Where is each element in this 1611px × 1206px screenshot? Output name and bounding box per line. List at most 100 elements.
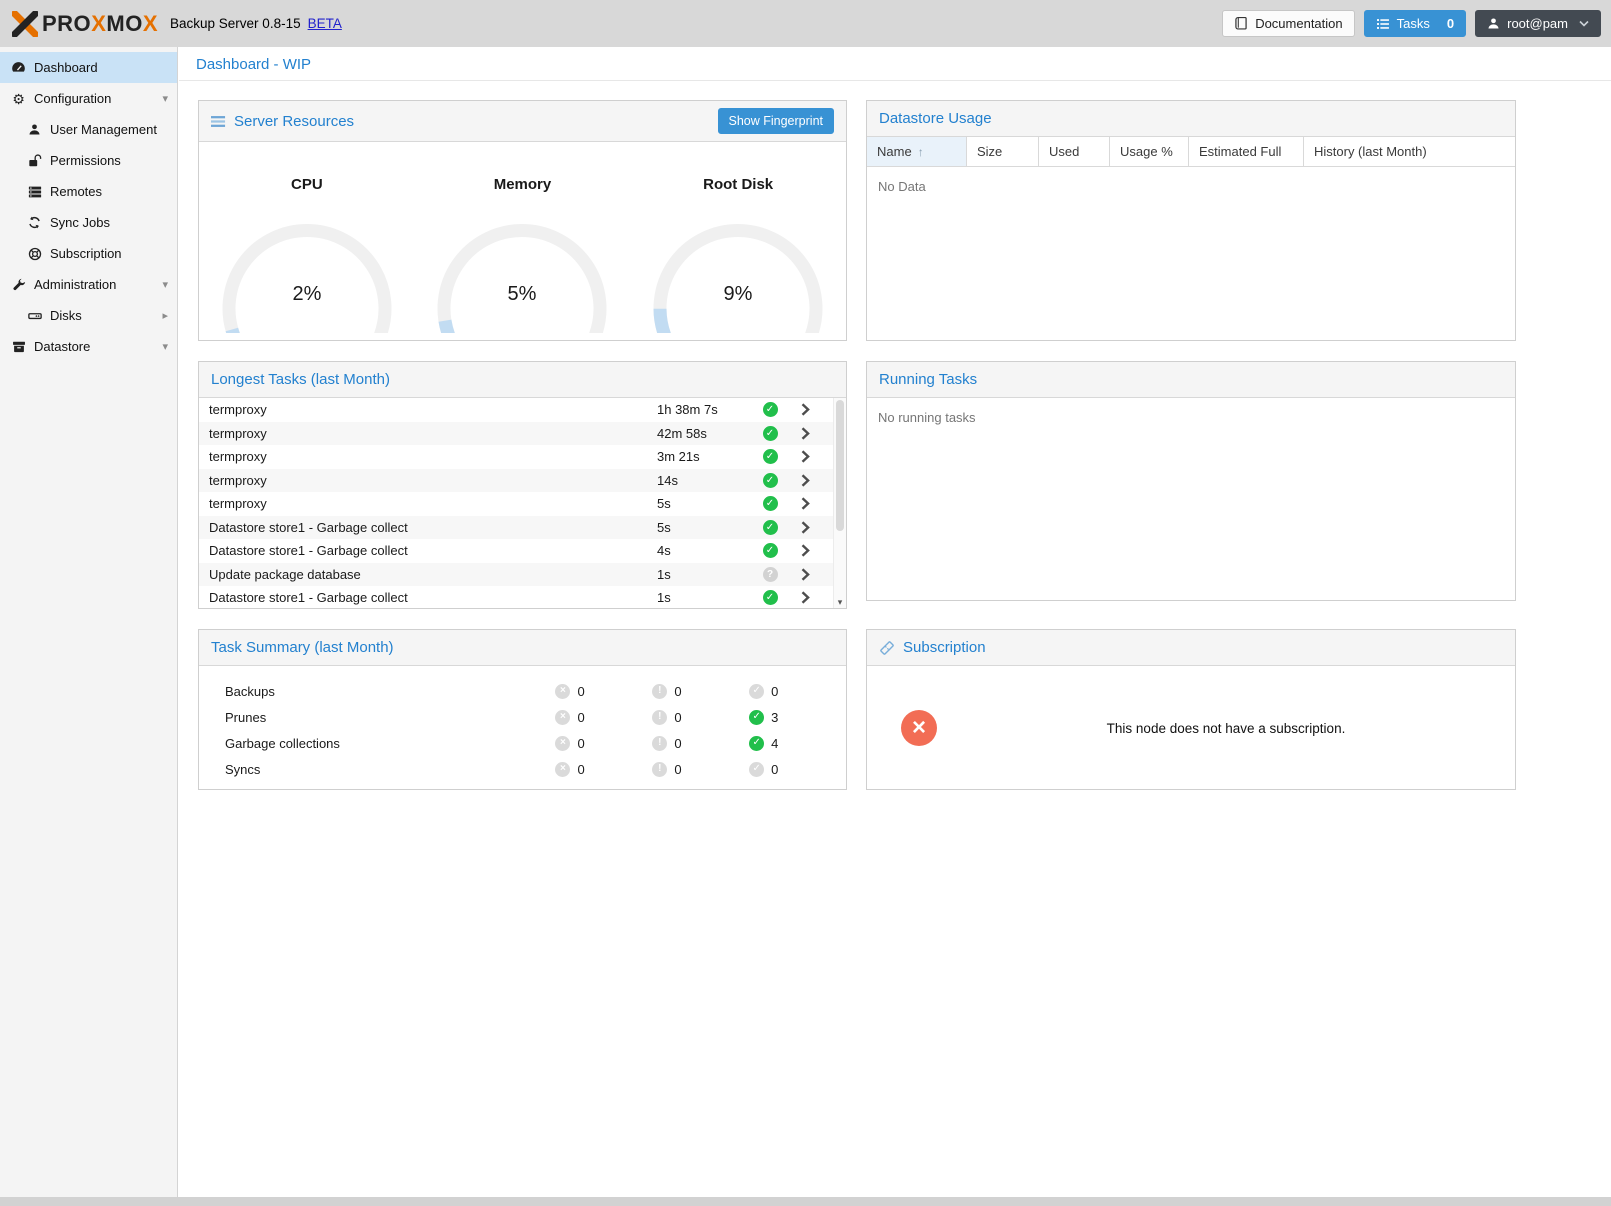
sidebar-item-label: Administration (34, 277, 116, 292)
task-row[interactable]: Update package database1s? (199, 563, 833, 587)
times-circle-icon: × (555, 736, 570, 751)
chevron-down-icon (1579, 20, 1589, 27)
chevron-right-icon[interactable] (787, 427, 823, 440)
sidebar-item-datastore[interactable]: Datastore▾ (0, 331, 177, 362)
top-bar: PROXMOX Backup Server 0.8-15 BETA Docume… (0, 0, 1611, 47)
sort-up-icon: ↑ (918, 145, 924, 159)
chevron-down-icon[interactable]: ▾ (162, 340, 168, 353)
tachometer-icon (10, 61, 27, 74)
task-duration: 1s (657, 590, 753, 605)
gauges-row: CPU2% Memory5% Root Disk9% (199, 142, 846, 340)
summary-count: 0 (577, 736, 584, 751)
check-circle-icon: ✓ (763, 590, 778, 605)
longest-tasks-panel: Longest Tasks (last Month) termproxy1h 3… (198, 361, 847, 609)
chevron-right-icon[interactable] (787, 497, 823, 510)
sidebar-item-permissions[interactable]: Permissions (0, 145, 177, 176)
panel-title: Longest Tasks (last Month) (211, 371, 390, 388)
task-duration: 14s (657, 473, 753, 488)
chevron-down-icon[interactable]: ▾ (162, 92, 168, 105)
sidebar-item-remotes[interactable]: Remotes (0, 176, 177, 207)
task-summary-body: Backups×0!0✓0Prunes×0!0✓3Garbage collect… (199, 666, 846, 782)
column-header-used[interactable]: Used (1039, 137, 1110, 166)
sidebar-item-user-management[interactable]: User Management (0, 114, 177, 145)
task-row[interactable]: termproxy1h 38m 7s✓ (199, 398, 833, 422)
column-header-name[interactable]: Name ↑ (867, 137, 967, 166)
chevron-right-icon[interactable] (787, 450, 823, 463)
subscription-body: × This node does not have a subscription… (867, 666, 1515, 790)
times-circle-icon: × (555, 710, 570, 725)
times-circle-icon: × (555, 762, 570, 777)
svg-text:5%: 5% (508, 283, 537, 305)
task-row[interactable]: termproxy5s✓ (199, 492, 833, 516)
scrollbar-thumb[interactable] (836, 400, 844, 531)
sidebar-item-subscription[interactable]: Subscription (0, 238, 177, 269)
sidebar-item-sync-jobs[interactable]: Sync Jobs (0, 207, 177, 238)
proxmox-logo: PROXMOX (12, 11, 158, 37)
column-header-estimated-full[interactable]: Estimated Full (1189, 137, 1304, 166)
task-duration: 4s (657, 543, 753, 558)
summary-row: Prunes×0!0✓3 (199, 704, 846, 730)
chevron-right-icon[interactable] (787, 521, 823, 534)
sidebar-item-label: Configuration (34, 91, 111, 106)
gauge-title: Memory (494, 176, 552, 193)
times-circle-icon: × (555, 684, 570, 699)
column-header-history[interactable]: History (last Month) (1304, 137, 1515, 166)
chevron-right-icon[interactable] (787, 591, 823, 604)
main-area: Dashboard - WIP Server Resources Show Fi… (179, 47, 1611, 1197)
summary-count: 0 (771, 684, 778, 699)
summary-count: 3 (771, 710, 778, 725)
column-header-usage-pct[interactable]: Usage % (1110, 137, 1189, 166)
summary-row: Syncs×0!0✓0 (199, 756, 846, 782)
chevron-right-icon[interactable] (787, 403, 823, 416)
chevron-right-icon[interactable] (787, 474, 823, 487)
sidebar-item-administration[interactable]: Administration ▾ (0, 269, 177, 300)
sidebar-item-disks[interactable]: Disks▸ (0, 300, 177, 331)
task-name: Datastore store1 - Garbage collect (199, 543, 657, 558)
chevron-right-icon[interactable] (787, 544, 823, 557)
show-fingerprint-button[interactable]: Show Fingerprint (718, 108, 835, 134)
task-row[interactable]: Datastore store1 - Garbage collect4s✓ (199, 539, 833, 563)
chevron-down-icon[interactable]: ▾ (162, 278, 168, 291)
task-row[interactable]: Datastore store1 - Garbage collect5s✓ (199, 516, 833, 540)
scrollbar-down-arrow-icon[interactable]: ▾ (834, 597, 846, 608)
sidebar-item-configuration[interactable]: ⚙Configuration▾ (0, 83, 177, 114)
tasks-button[interactable]: Tasks 0 (1364, 10, 1466, 37)
chevron-right-icon[interactable] (787, 568, 823, 581)
bottom-bar (0, 1197, 1611, 1206)
summary-warning-cell: !0 (652, 710, 749, 725)
user-icon (1487, 17, 1500, 30)
running-tasks-header: Running Tasks (867, 362, 1515, 398)
summary-label: Backups (225, 684, 555, 699)
panel-title: Datastore Usage (879, 110, 992, 127)
task-name: Datastore store1 - Garbage collect (199, 590, 657, 605)
task-summary-panel: Task Summary (last Month) Backups×0!0✓0P… (198, 629, 847, 790)
summary-count: 0 (577, 710, 584, 725)
check-circle-icon: ✓ (763, 520, 778, 535)
longest-tasks-scrollbar[interactable]: ▾ (833, 398, 846, 609)
beta-link[interactable]: BETA (308, 16, 342, 31)
task-row[interactable]: Datastore store1 - Garbage collect1s ✓ (199, 586, 833, 609)
tasks-count-badge: 0 (1447, 16, 1454, 31)
server-resources-header: Server Resources Show Fingerprint (199, 101, 846, 142)
documentation-button[interactable]: Documentation (1222, 10, 1354, 37)
disk-icon (26, 309, 43, 323)
task-summary-header: Task Summary (last Month) (199, 630, 846, 666)
panel-title: Task Summary (last Month) (211, 639, 394, 656)
summary-warning-cell: !0 (652, 736, 749, 751)
user-menu-button[interactable]: root@pam (1475, 10, 1601, 37)
panel-title: Subscription (903, 639, 986, 656)
exclamation-circle-icon: ! (652, 762, 667, 777)
task-duration: 1s (657, 567, 753, 582)
task-row[interactable]: termproxy14s✓ (199, 469, 833, 493)
wrench-icon (10, 278, 27, 292)
task-row[interactable]: termproxy3m 21s✓ (199, 445, 833, 469)
summary-count: 0 (674, 684, 681, 699)
task-name: termproxy (199, 473, 657, 488)
column-header-size[interactable]: Size (967, 137, 1039, 166)
sidebar-item-dashboard[interactable]: Dashboard (0, 52, 177, 83)
chevron-right-icon[interactable]: ▸ (162, 309, 168, 322)
summary-error-cell: ×0 (555, 762, 652, 777)
summary-error-cell: ×0 (555, 736, 652, 751)
subscription-panel: Subscription × This node does not have a… (866, 629, 1516, 790)
task-row[interactable]: termproxy42m 58s✓ (199, 422, 833, 446)
